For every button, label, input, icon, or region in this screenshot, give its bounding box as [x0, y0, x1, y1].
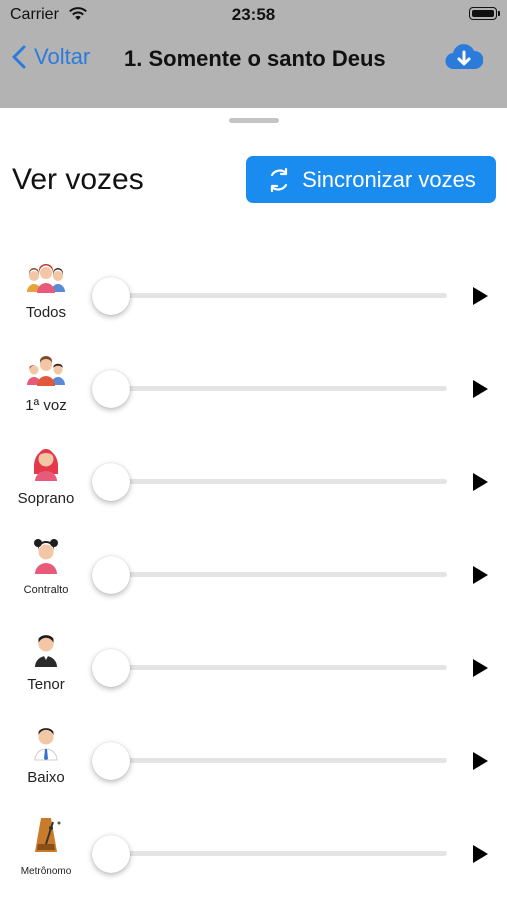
group-icon: [24, 262, 68, 302]
volume-slider-track[interactable]: [110, 665, 447, 670]
metronome-icon: [24, 816, 68, 856]
status-time: 23:58: [231, 5, 276, 24]
back-label: Voltar: [34, 44, 91, 69]
contralto-woman-icon: [24, 537, 68, 577]
volume-slider-track[interactable]: [110, 758, 447, 763]
voice-row-contralto: Contralto: [0, 537, 507, 627]
voice-row-metronomo: Metrônomo: [0, 816, 507, 906]
voice-label: Contralto: [23, 584, 69, 596]
play-icon[interactable]: [473, 566, 488, 584]
sync-voices-label: Sincronizar vozes: [302, 166, 476, 192]
voice-label: Todos: [25, 304, 67, 321]
voice-label: Tenor: [27, 676, 65, 693]
volume-slider-thumb[interactable]: [92, 649, 130, 687]
battery-icon: [469, 7, 500, 20]
voice-row-baixo: Baixo: [0, 723, 507, 813]
volume-slider-thumb[interactable]: [92, 277, 130, 315]
voice-row-soprano: Soprano: [0, 444, 507, 534]
navigation-bar: Voltar 1. Somente o santo Deus: [0, 38, 507, 78]
family-icon: [24, 355, 68, 395]
play-icon[interactable]: [473, 380, 488, 398]
back-button[interactable]: Voltar: [12, 44, 90, 70]
volume-slider-track[interactable]: [110, 479, 447, 484]
voice-row-todos: Todos: [0, 258, 507, 348]
voice-label: Soprano: [17, 490, 75, 507]
volume-slider-thumb[interactable]: [92, 835, 130, 873]
tenor-man-icon: [24, 630, 68, 670]
cloud-download-button[interactable]: [445, 41, 484, 78]
voice-row-tenor: Tenor: [0, 630, 507, 720]
play-icon[interactable]: [473, 659, 488, 677]
volume-slider-thumb[interactable]: [92, 370, 130, 408]
chevron-left-icon: [12, 45, 26, 69]
sync-voices-button[interactable]: Sincronizar vozes: [246, 156, 496, 203]
status-bar: Carrier 23:58: [0, 0, 507, 30]
page-title: 1. Somente o santo Deus: [124, 46, 386, 71]
sheet-grabber[interactable]: [229, 118, 279, 123]
volume-slider-track[interactable]: [110, 386, 447, 391]
voice-label: 1ª voz: [25, 397, 67, 414]
play-icon[interactable]: [473, 845, 488, 863]
soprano-woman-icon: [24, 444, 68, 484]
play-icon[interactable]: [473, 752, 488, 770]
voice-label: Baixo: [27, 769, 65, 786]
volume-slider-thumb[interactable]: [92, 742, 130, 780]
volume-slider-track[interactable]: [110, 572, 447, 577]
cloud-download-icon: [445, 44, 484, 70]
play-icon[interactable]: [473, 287, 488, 305]
panel-heading: Ver vozes: [12, 163, 144, 196]
voice-row-primeira-voz: 1ª voz: [0, 351, 507, 441]
bass-man-icon: [24, 723, 68, 763]
play-icon[interactable]: [473, 473, 488, 491]
voices-sheet: Ver vozes Sincronizar vozes Todos 1ª voz…: [0, 108, 507, 900]
volume-slider-track[interactable]: [110, 851, 447, 856]
volume-slider-track[interactable]: [110, 293, 447, 298]
sync-icon: [271, 167, 288, 192]
volume-slider-thumb[interactable]: [92, 556, 130, 594]
volume-slider-thumb[interactable]: [92, 463, 130, 501]
voice-label: Metrônomo: [20, 866, 72, 877]
